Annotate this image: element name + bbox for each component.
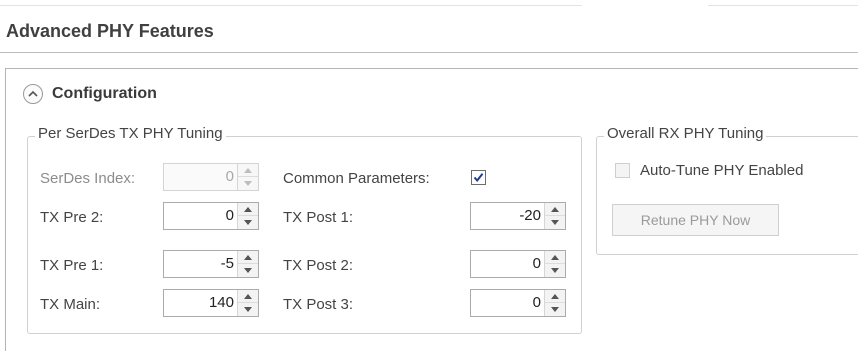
arrow-down-icon bbox=[244, 181, 252, 186]
tx-pre1-label: TX Pre 1: bbox=[40, 257, 104, 274]
tx-post2-value: 0 bbox=[532, 255, 541, 272]
arrow-down-icon bbox=[551, 307, 559, 312]
chevron-up-icon bbox=[28, 90, 38, 97]
title-divider bbox=[0, 52, 858, 53]
collapse-configuration-button[interactable] bbox=[23, 84, 43, 104]
decrement-button[interactable] bbox=[238, 303, 258, 316]
rx-tuning-group bbox=[596, 136, 858, 255]
tx-post3-label: TX Post 3: bbox=[283, 296, 354, 313]
tx-pre1-value: -5 bbox=[220, 255, 234, 272]
tx-pre2-value: 0 bbox=[225, 207, 234, 224]
tx-post2-spinner[interactable]: 0 bbox=[470, 250, 566, 278]
tx-main-spinner[interactable]: 140 bbox=[163, 289, 259, 317]
decrement-button[interactable] bbox=[238, 177, 258, 190]
decrement-button[interactable] bbox=[545, 216, 565, 229]
tx-main-value: 140 bbox=[208, 294, 234, 311]
decrement-button[interactable] bbox=[545, 264, 565, 277]
common-parameters-label: Common Parameters: bbox=[283, 170, 430, 187]
section-title: Configuration bbox=[52, 85, 157, 102]
tx-post2-label: TX Post 2: bbox=[283, 257, 354, 274]
arrow-up-icon bbox=[551, 207, 559, 212]
arrow-down-icon bbox=[244, 307, 252, 312]
tx-tuning-legend: Per SerDes TX PHY Tuning bbox=[35, 125, 226, 142]
arrow-down-icon bbox=[244, 268, 252, 273]
arrow-up-icon bbox=[244, 168, 252, 173]
arrow-down-icon bbox=[551, 268, 559, 273]
serdes-index-label: SerDes Index: bbox=[40, 170, 136, 187]
retune-phy-button[interactable]: Retune PHY Now bbox=[612, 204, 779, 236]
page-title: Advanced PHY Features bbox=[6, 21, 214, 41]
increment-button[interactable] bbox=[545, 290, 565, 303]
decrement-button[interactable] bbox=[238, 216, 258, 229]
top-divider bbox=[0, 5, 582, 6]
rx-tuning-legend: Overall RX PHY Tuning bbox=[604, 125, 767, 142]
increment-button[interactable] bbox=[545, 251, 565, 264]
tx-post1-spinner[interactable]: -20 bbox=[470, 202, 566, 230]
serdes-index-spinner[interactable]: 0 bbox=[163, 163, 259, 191]
checkmark-icon bbox=[473, 173, 484, 183]
tx-post3-spinner[interactable]: 0 bbox=[470, 289, 566, 317]
top-divider bbox=[708, 5, 858, 6]
auto-tune-checkbox[interactable] bbox=[615, 163, 630, 178]
increment-button[interactable] bbox=[238, 203, 258, 216]
decrement-button[interactable] bbox=[545, 303, 565, 316]
arrow-up-icon bbox=[244, 294, 252, 299]
increment-button[interactable] bbox=[238, 290, 258, 303]
tx-post1-label: TX Post 1: bbox=[283, 209, 354, 226]
arrow-down-icon bbox=[244, 220, 252, 225]
tx-pre2-label: TX Pre 2: bbox=[40, 209, 104, 226]
increment-button[interactable] bbox=[238, 251, 258, 264]
arrow-up-icon bbox=[551, 255, 559, 260]
tx-post3-value: 0 bbox=[532, 294, 541, 311]
arrow-down-icon bbox=[551, 220, 559, 225]
tx-pre2-spinner[interactable]: 0 bbox=[163, 202, 259, 230]
increment-button[interactable] bbox=[238, 164, 258, 177]
arrow-up-icon bbox=[244, 255, 252, 260]
tx-pre1-spinner[interactable]: -5 bbox=[163, 250, 259, 278]
increment-button[interactable] bbox=[545, 203, 565, 216]
tx-post1-value: -20 bbox=[519, 207, 541, 224]
arrow-up-icon bbox=[551, 294, 559, 299]
arrow-up-icon bbox=[244, 207, 252, 212]
auto-tune-label: Auto-Tune PHY Enabled bbox=[640, 162, 804, 179]
serdes-index-value: 0 bbox=[225, 168, 234, 185]
tx-main-label: TX Main: bbox=[40, 296, 101, 313]
decrement-button[interactable] bbox=[238, 264, 258, 277]
common-parameters-checkbox[interactable] bbox=[471, 170, 486, 185]
